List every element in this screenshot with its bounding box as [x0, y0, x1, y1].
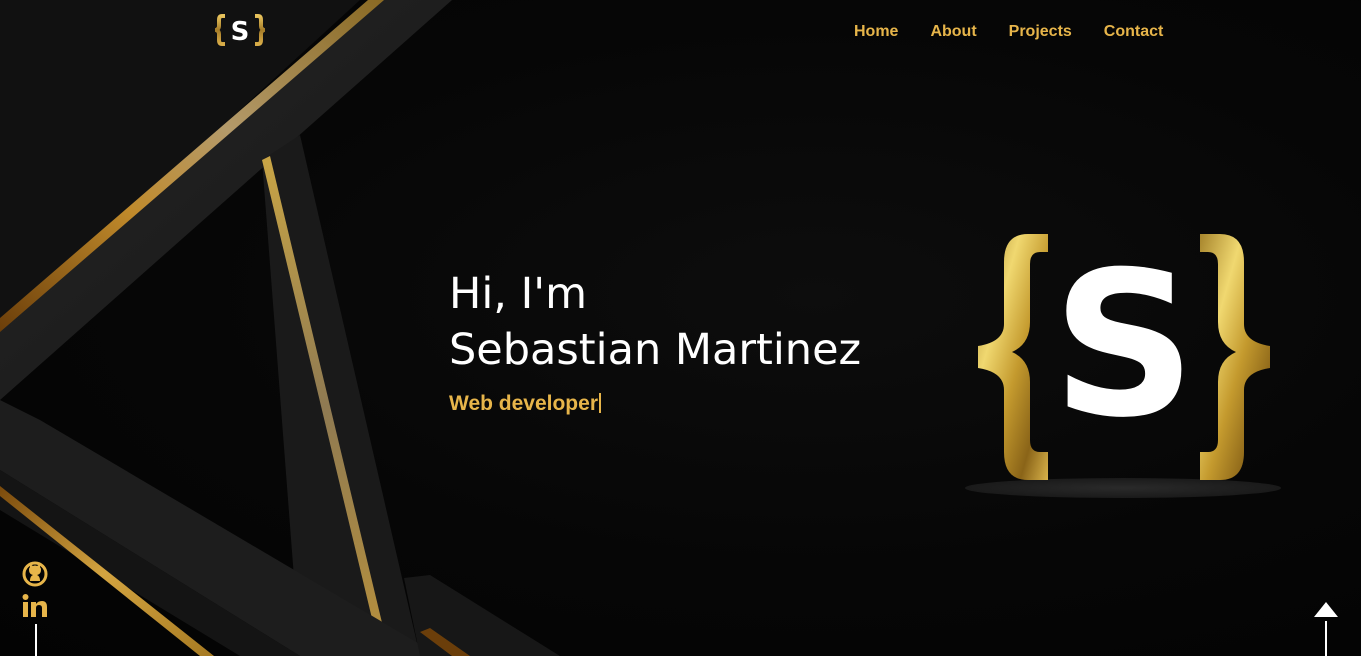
- social-divider-line: [35, 624, 37, 656]
- social-links: [21, 560, 51, 656]
- arrow-up-icon: [1314, 602, 1338, 617]
- scroll-line: [1325, 621, 1327, 656]
- nav-link-contact[interactable]: Contact: [1088, 22, 1180, 42]
- portfolio-page: S Home About Projects Contact Hi, I'm Se…: [0, 0, 1361, 656]
- hero-role-line: Web developer: [449, 390, 969, 418]
- github-link[interactable]: [21, 560, 49, 588]
- linkedin-link[interactable]: [21, 592, 49, 620]
- brand-logo-letter: S: [231, 17, 250, 47]
- brand-logo[interactable]: S: [215, 10, 265, 50]
- hero-name: Sebastian Martinez: [449, 325, 862, 375]
- nav-link-home[interactable]: Home: [838, 22, 914, 42]
- hero-logo: S: [965, 229, 1281, 498]
- hero-section: Hi, I'm Sebastian Martinez Web developer: [449, 266, 969, 418]
- nav-link-projects[interactable]: Projects: [993, 22, 1088, 42]
- main-nav: Home About Projects Contact: [838, 22, 1179, 42]
- github-icon: [22, 561, 48, 587]
- hero-greeting: Hi, I'm: [449, 269, 588, 319]
- nav-link-about[interactable]: About: [914, 22, 992, 42]
- typing-cursor: [599, 393, 601, 413]
- hero-logo-letter: S: [1052, 229, 1196, 462]
- linkedin-icon: [22, 594, 47, 617]
- hero-role: Web developer: [449, 392, 598, 415]
- scroll-to-top-button[interactable]: [1312, 601, 1340, 656]
